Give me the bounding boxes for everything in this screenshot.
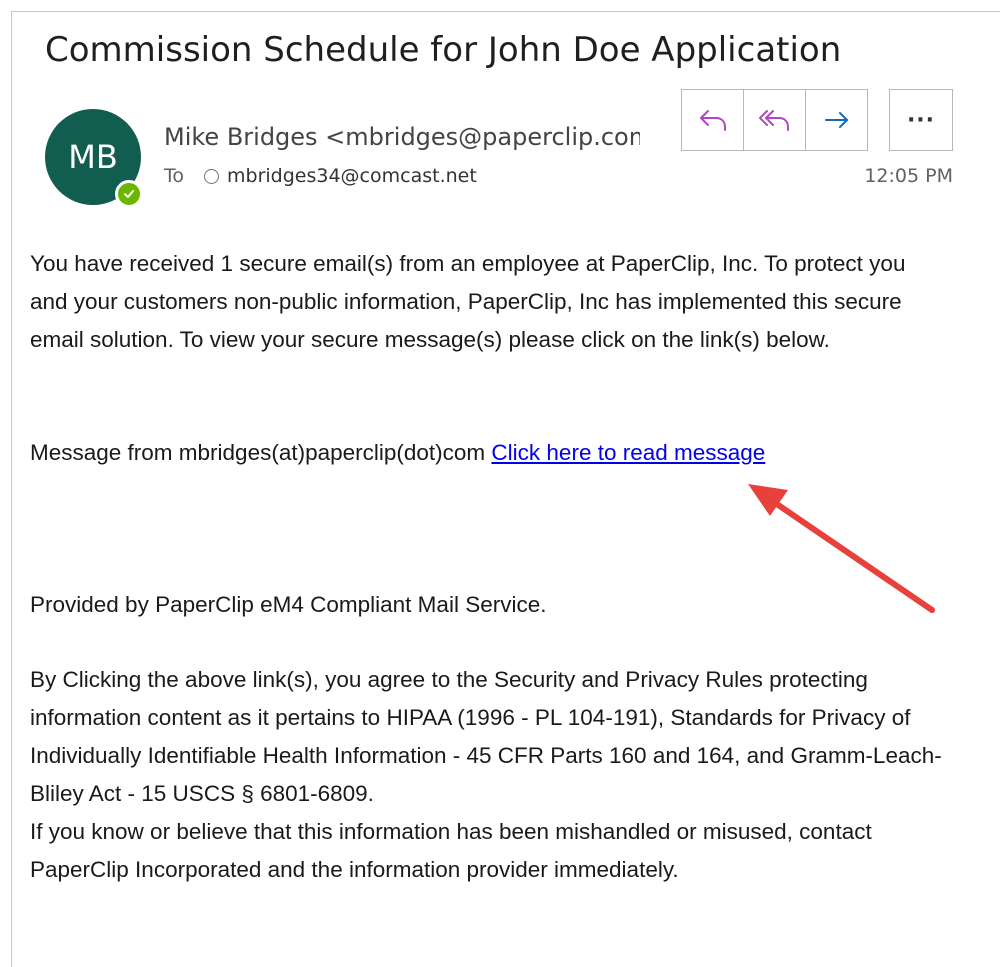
body-paragraph-intro: You have received 1 secure email(s) from… [30,251,906,352]
more-icon: ··· [906,107,936,133]
recipient-presence-icon [204,168,220,184]
reply-icon [699,110,726,131]
recipient-row: To mbridges34@comcast.net [164,165,477,187]
message-from-text: Message from mbridges(at)paperclip(dot)c… [30,440,492,465]
body-paragraph-provider: Provided by PaperClip eM4 Compliant Mail… [30,592,547,617]
body-paragraph-disclaimer: By Clicking the above link(s), you agree… [30,661,960,889]
body-paragraph-message-link: Message from mbridges(at)paperclip(dot)c… [30,434,970,472]
forward-icon [824,112,848,128]
reply-all-button[interactable] [743,89,806,151]
to-label: To [164,165,185,187]
reply-all-icon [758,110,789,131]
read-message-link[interactable]: Click here to read message [491,440,765,465]
more-actions-button[interactable]: ··· [889,89,953,151]
sender-name[interactable]: Mike Bridges <mbridges@paperclip.com> [164,123,640,151]
message-actions [681,89,868,151]
recipient-address[interactable]: mbridges34@comcast.net [227,165,477,187]
email-subject: Commission Schedule for John Doe Applica… [45,30,842,70]
checkmark-icon [124,190,134,198]
reply-button[interactable] [681,89,744,151]
disclaimer-text: By Clicking the above link(s), you agree… [30,667,942,806]
forward-button[interactable] [805,89,868,151]
mishandled-notice-text: If you know or believe that this informa… [30,819,872,882]
avatar-initials: MB [68,138,118,176]
received-time: 12:05 PM [864,165,953,187]
presence-available-icon [115,180,143,208]
